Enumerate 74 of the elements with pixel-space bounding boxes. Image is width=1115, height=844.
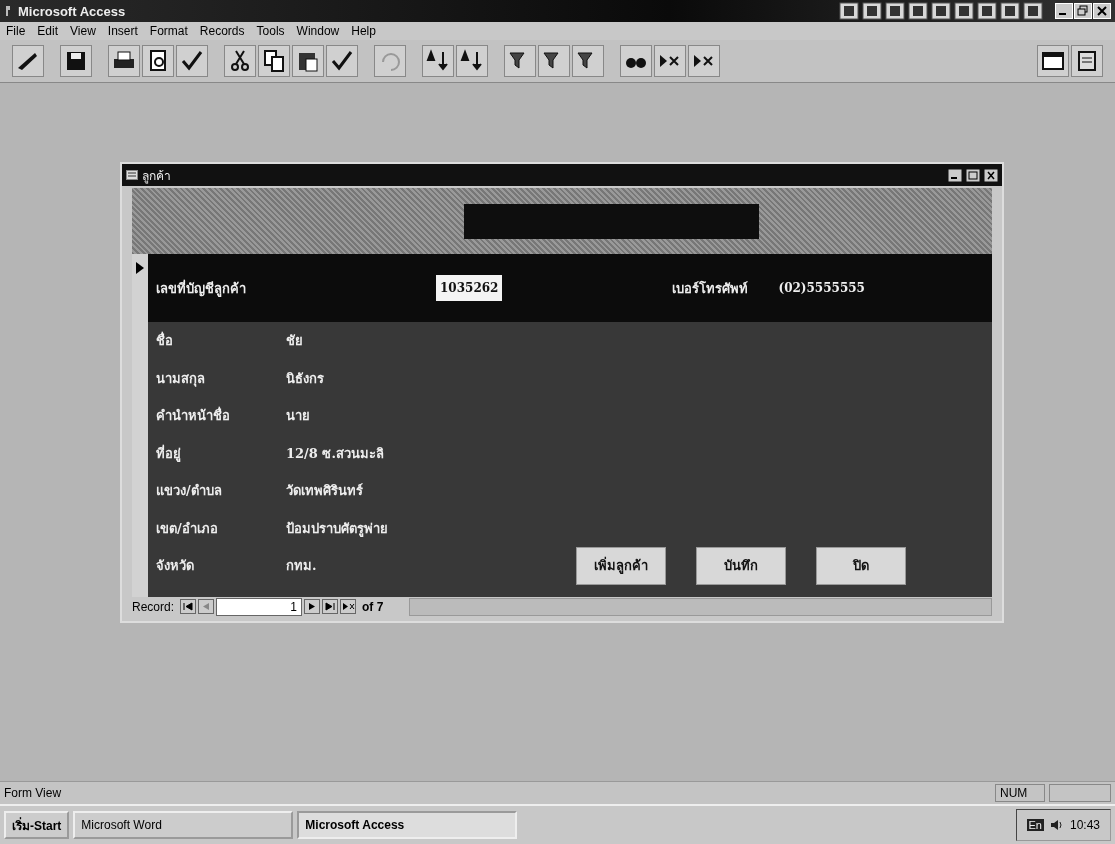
menu-item[interactable]: View <box>70 24 96 38</box>
field-value[interactable]: 12/8 ซ.สวนมะลิ <box>286 442 436 464</box>
field-label: จังหวัด <box>156 557 195 576</box>
menu-item[interactable]: Help <box>351 24 376 38</box>
sort-ascending-icon[interactable] <box>422 45 454 77</box>
record-label: Record: <box>132 599 175 614</box>
minimize-icon[interactable] <box>948 168 962 182</box>
menu-item[interactable]: File <box>6 24 26 38</box>
field-label: ชื่อ <box>156 330 174 351</box>
database-window-icon[interactable] <box>1037 45 1069 77</box>
cut-icon[interactable] <box>224 45 256 77</box>
print-preview-icon[interactable] <box>142 45 174 77</box>
paste-icon[interactable] <box>292 45 324 77</box>
form-title: ลูกค้า <box>142 167 171 185</box>
delete-record-icon[interactable] <box>688 45 720 77</box>
last-record-icon[interactable] <box>322 599 339 614</box>
print-icon[interactable] <box>108 45 140 77</box>
field-label: เลขที่บัญชีลูกค้า <box>156 278 247 299</box>
current-record-icon <box>136 262 144 274</box>
first-record-icon[interactable] <box>180 599 197 614</box>
menu-item[interactable]: Window <box>296 24 340 38</box>
next-record-icon[interactable] <box>304 599 321 614</box>
minimize-icon[interactable] <box>1055 3 1073 19</box>
clock: 10:43 <box>1069 818 1100 832</box>
field-label: ที่อยู่ <box>156 443 182 464</box>
field-value[interactable]: วัดเทพศิรินทร์ <box>286 480 436 502</box>
taskbar-button[interactable]: Microsoft Access <box>297 811 518 839</box>
field-value[interactable]: นาย <box>286 405 436 427</box>
form-icon <box>126 170 138 180</box>
account-field[interactable]: 1035262 <box>436 275 503 301</box>
previous-record-icon[interactable] <box>198 599 215 614</box>
taskbar-button[interactable]: Microsoft Word <box>73 811 294 839</box>
record-number-field[interactable]: 1 <box>216 597 303 616</box>
menu-item[interactable]: Tools <box>256 24 285 38</box>
save-icon[interactable] <box>60 45 92 77</box>
form-button[interactable]: ปิด <box>816 546 906 585</box>
form-button[interactable]: บันทึก <box>696 546 786 585</box>
field-label: คำนำหน้าชื่อ <box>156 405 231 426</box>
binoculars-icon[interactable] <box>620 45 652 77</box>
field-value[interactable]: ป้อมปราบศัตรูพ่าย <box>286 517 436 539</box>
record-count: of 7 <box>362 599 384 614</box>
copy-icon[interactable] <box>258 45 290 77</box>
start-button[interactable]: เริ่ม-Start <box>4 811 70 839</box>
horizontal-scrollbar[interactable] <box>409 597 992 616</box>
menu-item[interactable]: Records <box>199 24 245 38</box>
filter-form-icon[interactable] <box>538 45 570 77</box>
field-label: เขต/อำเภอ <box>156 519 219 538</box>
menu-item[interactable]: Insert <box>107 24 138 38</box>
field-label: นามสกุล <box>156 369 206 389</box>
speaker-icon[interactable] <box>1049 819 1064 831</box>
apply-filter-icon[interactable] <box>572 45 604 77</box>
menu-item[interactable]: Format <box>149 24 188 38</box>
status-panel <box>1049 784 1111 802</box>
field-value[interactable]: ชัย <box>286 330 436 352</box>
new-object-icon[interactable] <box>1071 45 1103 77</box>
field-value[interactable]: (02)5555555 <box>778 281 865 295</box>
field-value[interactable]: กทม. <box>286 555 436 577</box>
new-record-icon[interactable] <box>654 45 686 77</box>
window-title: Microsoft Access <box>18 3 126 19</box>
new-record-icon[interactable] <box>340 599 357 614</box>
status-indicator: NUM <box>995 784 1045 802</box>
close-icon[interactable] <box>1093 3 1111 19</box>
form-button[interactable]: เพิ่มลูกค้า <box>576 546 666 585</box>
language-indicator[interactable]: En <box>1026 819 1044 831</box>
filter-icon[interactable] <box>504 45 536 77</box>
maximize-icon[interactable] <box>966 168 980 182</box>
sort-descending-icon[interactable] <box>456 45 488 77</box>
restore-icon[interactable] <box>1074 3 1092 19</box>
menu-item[interactable]: Edit <box>37 24 59 38</box>
field-value[interactable]: นิธังกร <box>286 367 436 389</box>
close-icon[interactable] <box>984 168 998 182</box>
field-label: เบอร์โทรศัพท์ <box>672 279 749 298</box>
field-label: แขวง/ตำบล <box>156 482 223 501</box>
status-text: Form View <box>4 786 62 800</box>
